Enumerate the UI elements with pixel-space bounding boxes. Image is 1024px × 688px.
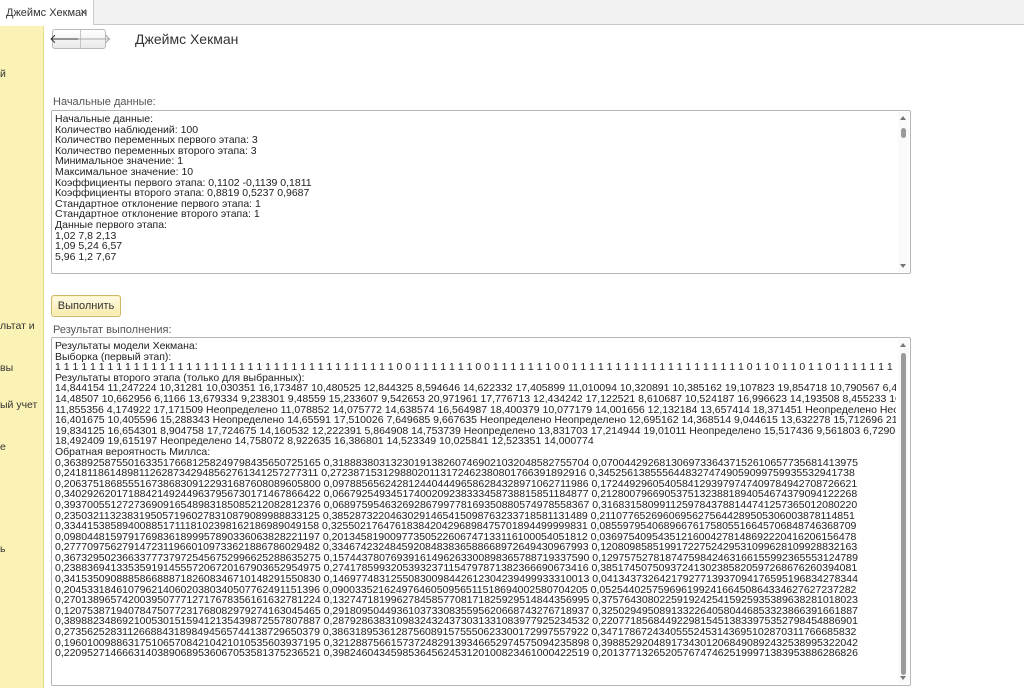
- scroll-down-icon[interactable]: [900, 264, 906, 268]
- result-label: Результат выполнения:: [53, 324, 172, 336]
- close-icon[interactable]: ×: [80, 5, 87, 19]
- sidebar: й льтат и вы ый учет е ь: [0, 26, 44, 688]
- sidebar-item[interactable]: ь: [0, 543, 5, 555]
- scroll-up-icon[interactable]: [900, 116, 906, 120]
- sidebar-item[interactable]: ый учет: [0, 399, 37, 411]
- nav-buttons: 🡐 🡒: [49, 29, 111, 49]
- forward-arrow-icon[interactable]: 🡒: [77, 30, 111, 48]
- input-scrollbar[interactable]: [898, 112, 909, 272]
- scroll-up-icon[interactable]: [900, 343, 906, 347]
- tab-label: Джеймс Хекман: [6, 6, 88, 19]
- input-data-text: Начальные данные: Количество наблюдений:…: [55, 114, 312, 263]
- sidebar-item[interactable]: вы: [0, 362, 13, 374]
- input-data-label: Начальные данные:: [53, 96, 156, 108]
- page-title: Джеймс Хекман: [135, 31, 239, 47]
- sidebar-item[interactable]: е: [0, 441, 6, 453]
- tab-bar: Джеймс Хекман ×: [0, 0, 1024, 25]
- sidebar-item[interactable]: льтат и: [0, 320, 35, 332]
- result-textarea[interactable]: Результаты модели Хекмана: Выборка (перв…: [51, 337, 911, 686]
- scroll-down-icon[interactable]: [900, 676, 906, 680]
- tab-heckman[interactable]: Джеймс Хекман ×: [0, 0, 94, 25]
- main-area: 🡐 🡒 Джеймс Хекман Начальные данные: Нача…: [45, 26, 1024, 688]
- result-scrollbar[interactable]: [898, 339, 909, 684]
- result-text: Результаты модели Хекмана: Выборка (перв…: [55, 341, 896, 660]
- sidebar-item[interactable]: й: [0, 68, 6, 80]
- scroll-thumb[interactable]: [901, 128, 906, 138]
- run-button[interactable]: Выполнить: [51, 295, 121, 317]
- scroll-thumb[interactable]: [901, 353, 906, 675]
- input-data-textarea[interactable]: Начальные данные: Количество наблюдений:…: [51, 110, 911, 274]
